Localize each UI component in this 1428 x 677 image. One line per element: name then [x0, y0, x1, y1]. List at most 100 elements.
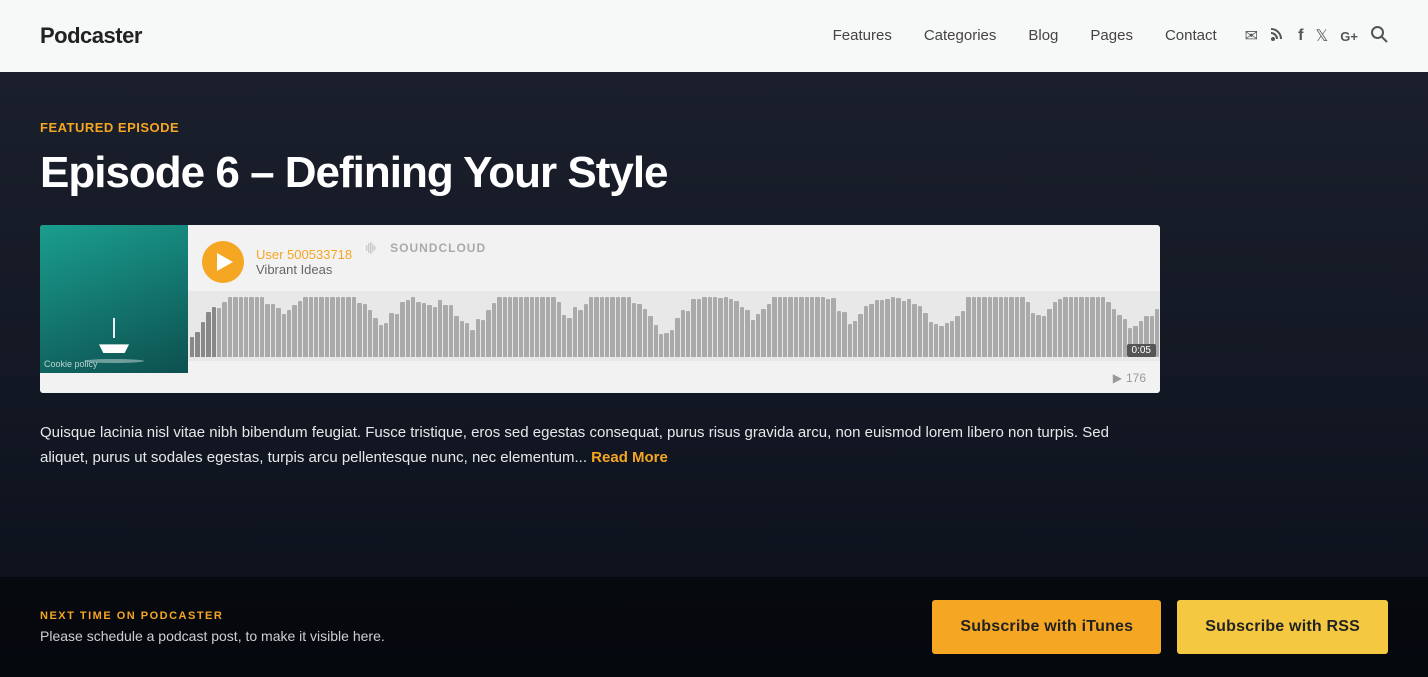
waveform-bar	[486, 310, 490, 357]
waveform-bar	[1042, 316, 1046, 357]
waveform-bar	[778, 297, 782, 357]
footer-strip: NEXT TIME ON PODCASTER Please schedule a…	[0, 577, 1428, 677]
waveform-bar	[319, 297, 323, 357]
waveform-bar	[546, 297, 550, 357]
waveform-bar	[287, 310, 291, 357]
site-logo[interactable]: Podcaster	[40, 23, 142, 49]
waveform-bar	[955, 316, 959, 358]
nav-features[interactable]: Features	[833, 27, 892, 44]
nav-pages[interactable]: Pages	[1090, 27, 1133, 44]
waveform-bar	[465, 323, 469, 358]
waveform-bar	[1085, 297, 1089, 357]
waveform-bar	[255, 297, 259, 357]
waveform-bar	[1090, 297, 1094, 357]
waveform-bar	[217, 308, 221, 357]
waveform-bar	[896, 298, 900, 358]
waveform-bar	[244, 297, 248, 357]
waveform-bar	[724, 297, 728, 357]
hero-section: Featured Episode Episode 6 – Defining Yo…	[0, 72, 1200, 471]
subscribe-rss-button[interactable]: Subscribe with RSS	[1177, 600, 1388, 654]
read-more-link[interactable]: Read More	[591, 449, 668, 466]
waveform-bar	[826, 299, 830, 357]
play-button[interactable]	[202, 241, 244, 283]
waveform-bar	[842, 312, 846, 358]
waveform-bar	[336, 297, 340, 357]
waveform-bar	[918, 306, 922, 357]
waveform-bar	[239, 297, 243, 357]
waveform[interactable]: 0:05	[188, 291, 1160, 361]
waveform-bar	[664, 333, 668, 357]
waveform-bar	[891, 297, 895, 357]
track-user-link[interactable]: User 500533718	[256, 247, 352, 262]
cookie-policy[interactable]: Cookie policy	[44, 359, 98, 369]
waveform-bar	[675, 318, 679, 358]
waveform-bar	[929, 322, 933, 358]
waveform-bar	[303, 297, 307, 357]
waveform-bar	[481, 320, 485, 357]
waveform-bar	[934, 324, 938, 358]
waveform-bar	[815, 297, 819, 357]
nav-categories[interactable]: Categories	[924, 27, 997, 44]
waveform-bar	[379, 325, 383, 357]
subscribe-buttons: Subscribe with iTunes Subscribe with RSS	[932, 600, 1388, 654]
waveform-bar	[939, 326, 943, 358]
waveform-bar	[713, 297, 717, 357]
waveform-bar	[411, 297, 415, 357]
email-icon[interactable]: ✉	[1245, 26, 1258, 46]
waveform-bar	[503, 297, 507, 357]
waveform-bar	[508, 297, 512, 357]
description-text: Quisque lacinia nisl vitae nibh bibendum…	[40, 424, 1109, 466]
track-info: User 500533718 Vibrant Ideas	[256, 247, 352, 277]
waveform-bar	[562, 315, 566, 358]
waveform-bar	[395, 314, 399, 358]
waveform-bar	[702, 297, 706, 357]
waveform-bar	[513, 297, 517, 357]
waveform-bar	[977, 297, 981, 357]
twitter-icon[interactable]: 𝕏	[1315, 26, 1328, 46]
waveform-bar	[988, 297, 992, 357]
waveform-bar	[298, 301, 302, 357]
waveform-bar	[761, 309, 765, 357]
waveform-bar	[438, 300, 442, 358]
waveform-bar	[1117, 315, 1121, 358]
waveform-bar	[524, 297, 528, 357]
waveform-bar	[869, 304, 873, 357]
waveform-bar	[1101, 297, 1105, 357]
waveform-bar	[557, 302, 561, 357]
googleplus-icon[interactable]: G+	[1340, 29, 1358, 44]
waveform-bar	[1036, 315, 1040, 358]
waveform-bar	[1004, 297, 1008, 357]
waveform-bar	[621, 297, 625, 357]
waveform-bar	[767, 304, 771, 357]
nav-blog[interactable]: Blog	[1028, 27, 1058, 44]
waveform-bar	[470, 330, 474, 357]
rss-icon[interactable]	[1270, 26, 1286, 47]
nav-contact[interactable]: Contact	[1165, 27, 1217, 44]
soundcloud-logo: SOUNDCLOUD	[366, 241, 486, 255]
waveform-bar	[708, 297, 712, 357]
waveform-bar	[966, 297, 970, 357]
search-icon[interactable]	[1370, 25, 1388, 48]
play-icon	[217, 253, 233, 271]
waveform-bar	[330, 297, 334, 357]
waveform-bar	[982, 297, 986, 357]
waveform-bar	[810, 297, 814, 357]
waveform-bar	[228, 297, 232, 357]
subscribe-itunes-button[interactable]: Subscribe with iTunes	[932, 600, 1161, 654]
facebook-icon[interactable]: f	[1298, 27, 1303, 45]
waveform-bar	[363, 304, 367, 357]
waveform-bar	[460, 321, 464, 358]
waveform-bar	[1026, 302, 1030, 358]
waveform-bar	[427, 305, 431, 358]
waveform-bar	[950, 321, 954, 358]
episode-title: Episode 6 – Defining Your Style	[40, 149, 1160, 197]
waveform-bar	[416, 302, 420, 358]
waveform-bar	[783, 297, 787, 357]
waveform-bar	[627, 297, 631, 357]
waveform-bar	[368, 310, 372, 357]
waveform-bar	[497, 297, 501, 357]
soundcloud-text: SOUNDCLOUD	[390, 241, 486, 255]
waveform-bar	[864, 306, 868, 358]
waveform-bar	[637, 304, 641, 358]
waveform-bar	[600, 297, 604, 357]
